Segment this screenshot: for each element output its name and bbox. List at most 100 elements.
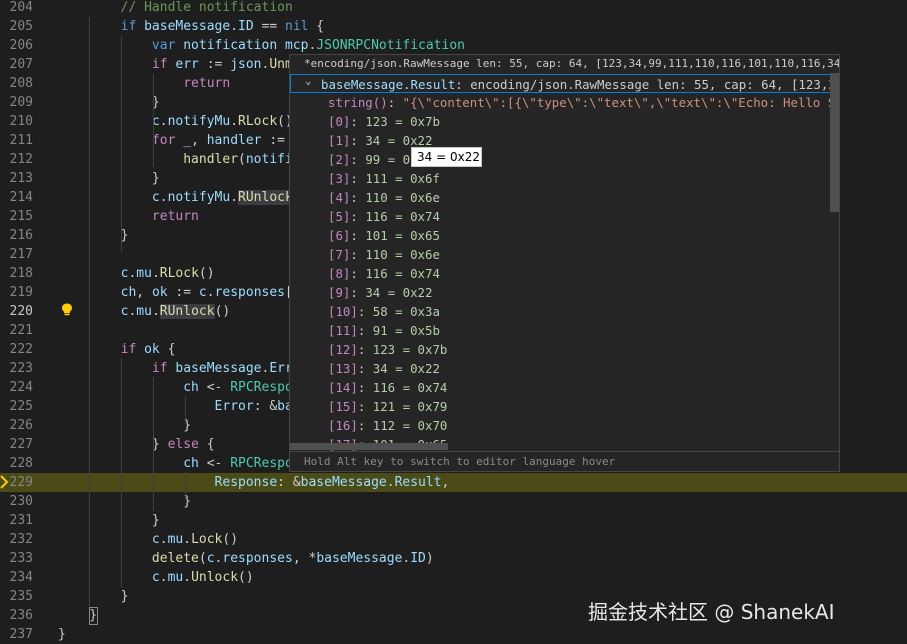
code-line[interactable]: 237} [0, 625, 907, 644]
line-number[interactable]: 230 [0, 492, 33, 511]
line-number[interactable]: 214 [0, 188, 33, 207]
line-number[interactable]: 221 [0, 321, 33, 340]
line-number[interactable]: 216 [0, 226, 33, 245]
code-token: { [198, 437, 215, 452]
line-number[interactable]: 233 [0, 549, 33, 568]
line-number[interactable]: 232 [0, 530, 33, 549]
tree-row-label: [12]: 123 = 0x7b [328, 340, 447, 359]
code-text: c.mu.RUnlock() [58, 302, 230, 321]
tree-row-item[interactable]: [11]: 91 = 0x5b [290, 321, 830, 340]
line-number[interactable]: 224 [0, 378, 33, 397]
line-number[interactable]: 234 [0, 568, 33, 587]
line-number[interactable]: 206 [0, 36, 33, 55]
line-number[interactable]: 218 [0, 264, 33, 283]
item-value: 99 = 0x [365, 152, 418, 167]
tree-row-item[interactable]: [6]: 101 = 0x65 [290, 226, 830, 245]
code-line[interactable]: 231 } [0, 511, 907, 530]
value-tooltip: 34 = 0x22 [411, 147, 482, 167]
hover-horizontal-scrollbar[interactable] [290, 443, 448, 450]
line-number[interactable]: 223 [0, 359, 33, 378]
chevron-down-icon[interactable]: ⌄ [305, 74, 312, 90]
line-number[interactable]: 215 [0, 207, 33, 226]
code-token: err [175, 57, 199, 72]
code-token: baseMessage [175, 361, 262, 376]
tree-row-item[interactable]: [13]: 34 = 0x22 [290, 359, 830, 378]
tree-row-label: [13]: 34 = 0x22 [328, 359, 440, 378]
code-token: notifyMu [167, 190, 231, 205]
tree-row-item[interactable]: [9]: 34 = 0x22 [290, 283, 830, 302]
tree-row-label: string(): "{\"content\":[{\"type\":\"tex… [328, 93, 830, 112]
line-number[interactable]: 222 [0, 340, 33, 359]
lightbulb-icon[interactable] [61, 303, 73, 316]
code-token: if [58, 57, 168, 72]
tree-row-item[interactable]: [15]: 121 = 0x79 [290, 397, 830, 416]
line-number[interactable]: 219 [0, 283, 33, 302]
code-line[interactable]: 205 if baseMessage.ID == nil { [0, 17, 907, 36]
line-number[interactable]: 237 [0, 625, 33, 644]
code-token: mu [167, 532, 184, 547]
code-line[interactable]: 230 } [0, 492, 907, 511]
tree-row-item[interactable]: [14]: 116 = 0x74 [290, 378, 830, 397]
code-token: . [206, 285, 215, 300]
tree-row-item[interactable]: [16]: 112 = 0x70 [290, 416, 830, 435]
line-number[interactable]: 235 [0, 587, 33, 606]
code-token: . [159, 570, 168, 585]
code-line[interactable]: 206 var notification mcp.JSONRPCNotifica… [0, 36, 907, 55]
tree-row-item[interactable]: [8]: 116 = 0x74 [290, 264, 830, 283]
line-number[interactable]: 217 [0, 245, 33, 264]
code-line[interactable]: 232 c.mu.Lock() [0, 530, 907, 549]
tree-row-string[interactable]: string(): "{\"content\":[{\"type\":\"tex… [290, 93, 830, 112]
tree-row-item[interactable]: [10]: 58 = 0x3a [290, 302, 830, 321]
tree-row-item[interactable]: [5]: 116 = 0x74 [290, 207, 830, 226]
indent-guide [185, 396, 186, 423]
line-number[interactable]: 228 [0, 454, 33, 473]
code-token: { [308, 19, 325, 34]
line-number[interactable]: 213 [0, 169, 33, 188]
indent-guide [153, 131, 154, 167]
debug-hover-widget[interactable]: *encoding/json.RawMessage len: 55, cap: … [289, 54, 840, 472]
code-line[interactable]: 233 delete(c.responses, *baseMessage.ID) [0, 549, 907, 568]
tree-row-item[interactable]: [2]: 99 = 0x [290, 150, 830, 169]
code-token: return [58, 209, 199, 224]
line-number[interactable]: 227 [0, 435, 33, 454]
line-number[interactable]: 208 [0, 74, 33, 93]
code-text: } [58, 416, 191, 435]
line-number[interactable]: 212 [0, 150, 33, 169]
line-number[interactable]: 220 [0, 302, 33, 321]
code-line[interactable]: 234 c.mu.Unlock() [0, 568, 907, 587]
line-number[interactable]: 225 [0, 397, 33, 416]
code-text: if baseMessage.Err [58, 359, 293, 378]
tree-row-item[interactable]: [7]: 110 = 0x6e [290, 245, 830, 264]
code-token: , * [292, 551, 317, 566]
tree-row-item[interactable]: [1]: 34 = 0x22 [290, 131, 830, 150]
line-number[interactable]: 209 [0, 93, 33, 112]
code-token: baseMessage [316, 551, 403, 566]
indent-guide [121, 36, 122, 252]
tree-root-row[interactable]: ⌄ baseMessage.Result: encoding/json.RawMe… [290, 74, 830, 93]
line-number[interactable]: 226 [0, 416, 33, 435]
line-number[interactable]: 204 [0, 0, 33, 17]
tree-row-item[interactable]: [0]: 123 = 0x7b [290, 112, 830, 131]
hover-vertical-scrollbar[interactable] [830, 73, 839, 212]
tree-row-item[interactable]: [3]: 111 = 0x6f [290, 169, 830, 188]
line-number[interactable]: 236 [0, 606, 33, 625]
line-number[interactable]: 207 [0, 55, 33, 74]
code-text: } [58, 587, 129, 606]
line-number[interactable]: 205 [0, 17, 33, 36]
tree-row-label: [10]: 58 = 0x3a [328, 302, 440, 321]
item-sep: : [350, 266, 366, 281]
item-sep: : [350, 285, 366, 300]
code-token: return [58, 76, 231, 91]
code-line[interactable]: 204 // Handle notification [0, 0, 907, 17]
line-number[interactable]: 210 [0, 112, 33, 131]
code-token: mu [167, 570, 184, 585]
line-number[interactable]: 211 [0, 131, 33, 150]
tree-row-item[interactable]: [4]: 110 = 0x6e [290, 188, 830, 207]
code-token: if [58, 19, 137, 34]
hover-tree[interactable]: ⌄ baseMessage.Result: encoding/json.RawMe… [290, 74, 830, 471]
line-number[interactable]: 231 [0, 511, 33, 530]
tree-row-item[interactable]: [12]: 123 = 0x7b [290, 340, 830, 359]
code-line[interactable]: 229 Response: &baseMessage.Result, [0, 473, 907, 492]
item-index: [16] [328, 418, 358, 433]
